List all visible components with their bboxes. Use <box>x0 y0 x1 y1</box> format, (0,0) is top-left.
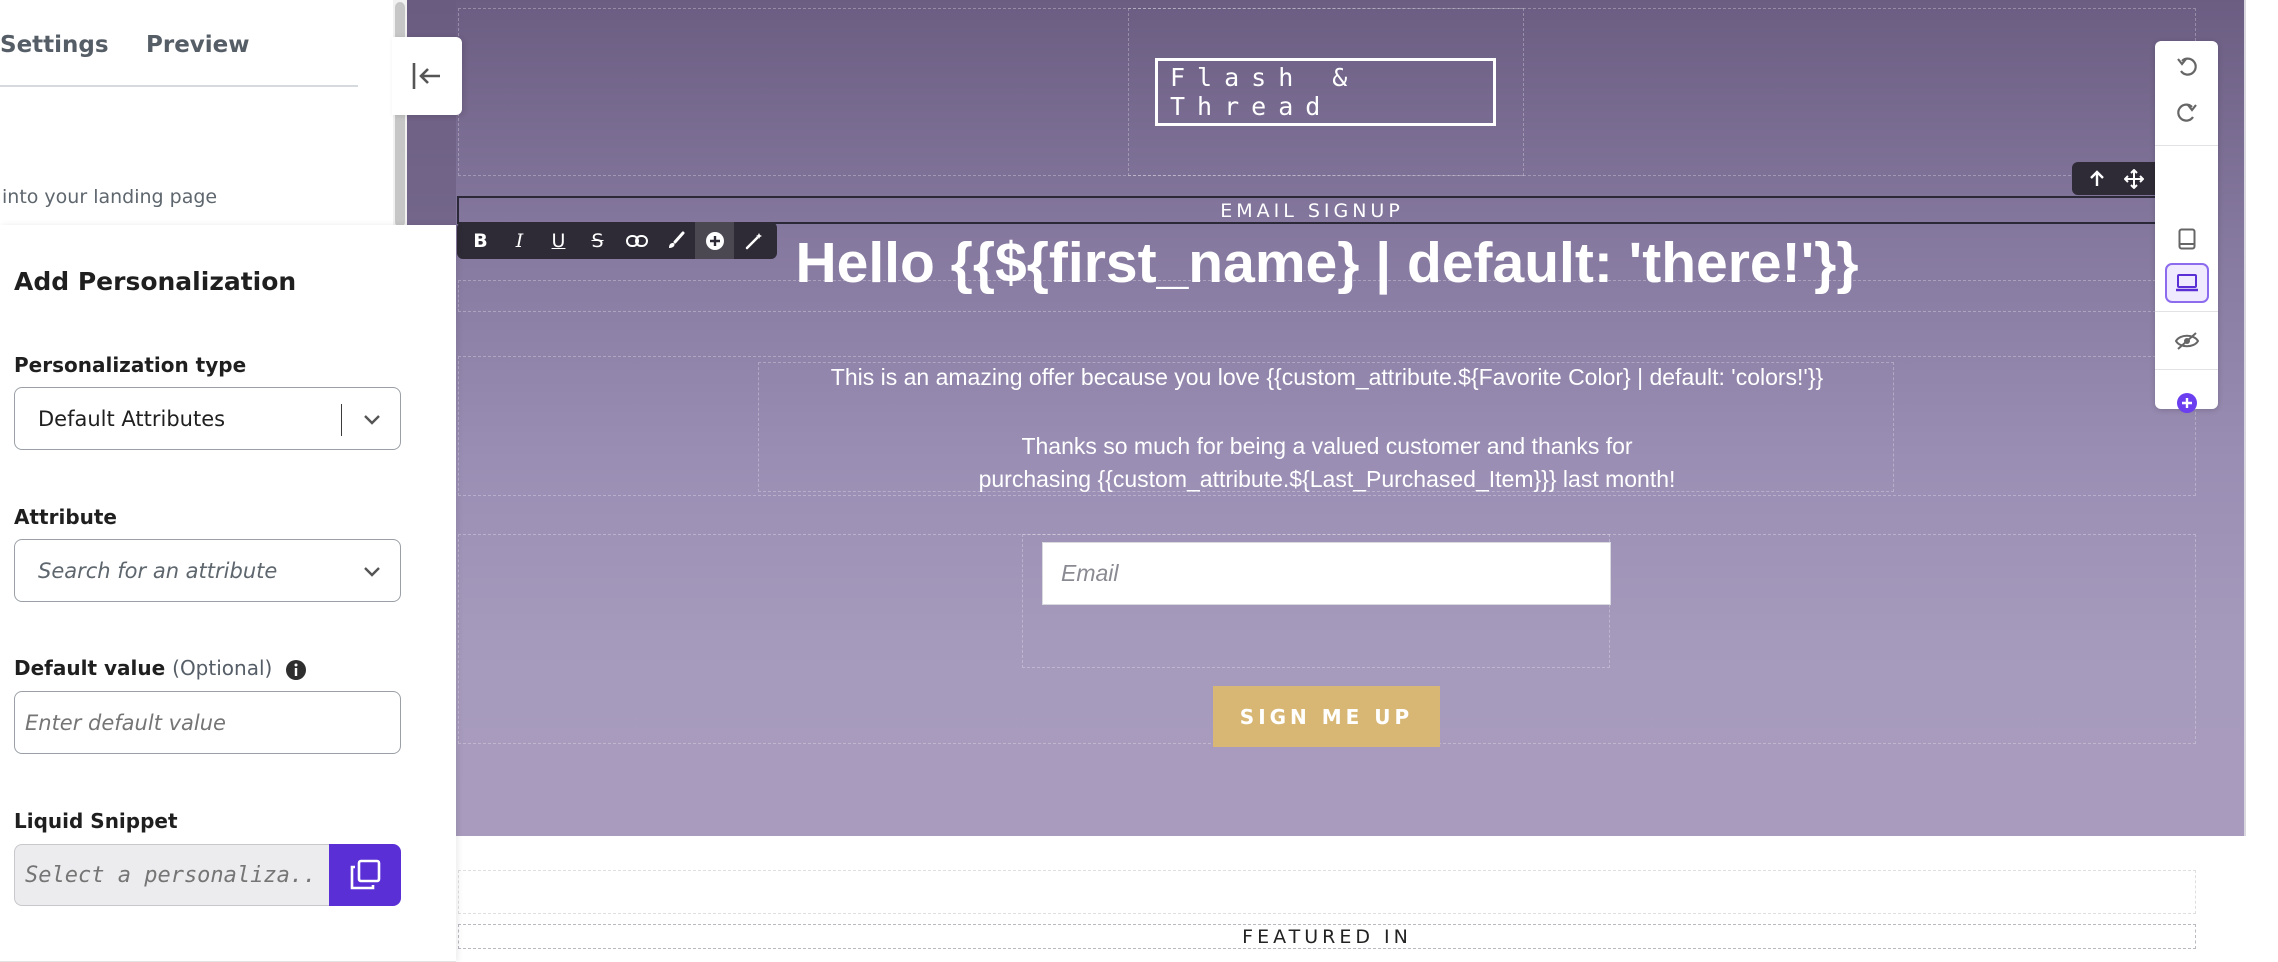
selected-text-block[interactable]: EMAIL SIGNUP <box>457 196 2167 224</box>
magic-wand-icon[interactable] <box>734 222 773 259</box>
liquid-snippet-label: Liquid Snippet <box>14 809 178 833</box>
default-value-input[interactable] <box>14 691 401 754</box>
drag-move-icon[interactable] <box>2117 162 2151 195</box>
copy-icon <box>350 859 381 890</box>
link-icon[interactable] <box>617 222 656 259</box>
email-input[interactable] <box>1042 542 1611 605</box>
attribute-select[interactable]: Search for an attribute <box>14 539 401 602</box>
chevron-down-icon <box>364 415 380 425</box>
thanks-line-2: purchasing {{custom_attribute.${Last_Pur… <box>978 466 1676 492</box>
bold-button[interactable]: B <box>461 222 500 259</box>
copy-button[interactable] <box>329 844 401 906</box>
attribute-label: Attribute <box>14 505 117 529</box>
default-value-label-text: Default value <box>14 656 166 680</box>
right-margin <box>2246 0 2278 962</box>
collapse-left-icon <box>412 63 440 89</box>
panel-title: Add Personalization <box>14 267 297 296</box>
redo-icon[interactable] <box>2155 91 2218 135</box>
collapse-panel-button[interactable] <box>392 37 462 115</box>
featured-in-row[interactable]: FEATURED IN <box>458 924 2196 949</box>
optional-tag: (Optional) <box>172 656 273 680</box>
strikethrough-button[interactable]: S <box>578 222 617 259</box>
select-divider <box>341 404 342 436</box>
info-icon[interactable] <box>285 659 307 681</box>
personalization-type-label: Personalization type <box>14 353 247 377</box>
add-personalization-panel: Add Personalization Personalization type… <box>0 225 456 962</box>
brand-logo[interactable]: Flash & Thread <box>1155 58 1496 126</box>
thanks-line-1: Thanks so much for being a valued custom… <box>1021 433 1633 459</box>
hide-icon[interactable] <box>2155 319 2218 363</box>
tab-preview[interactable]: Preview <box>146 32 250 58</box>
underline-button[interactable]: U <box>539 222 578 259</box>
attribute-placeholder: Search for an attribute <box>38 559 278 583</box>
tabs-divider <box>0 85 358 87</box>
tab-settings[interactable]: Settings <box>0 32 109 58</box>
sign-me-up-button[interactable]: SIGN ME UP <box>1213 686 1440 747</box>
brush-icon[interactable] <box>656 222 695 259</box>
intro-text: into your landing page <box>2 186 218 208</box>
settings-panel: Settings Preview into your landing page <box>0 0 393 225</box>
row-guide <box>458 870 2196 914</box>
offer-paragraph[interactable]: This is an amazing offer because you lov… <box>457 364 2197 391</box>
default-value-label: Default value (Optional) <box>14 656 307 681</box>
editor-tools-panel <box>2155 41 2218 413</box>
add-personalization-icon[interactable] <box>695 222 734 259</box>
featured-in-label: FEATURED IN <box>1242 926 1412 948</box>
email-signup-label: EMAIL SIGNUP <box>1220 200 1404 222</box>
mobile-view-icon[interactable] <box>2155 217 2218 261</box>
italic-button[interactable]: I <box>500 222 539 259</box>
brand-logo-text: Flash & Thread <box>1170 63 1360 121</box>
desktop-view-icon[interactable] <box>2155 261 2218 305</box>
undo-icon[interactable] <box>2155 45 2218 89</box>
text-format-toolbar: B I U S <box>457 222 777 259</box>
liquid-snippet-field[interactable] <box>14 844 329 906</box>
chevron-down-icon <box>364 567 380 577</box>
add-block-icon[interactable] <box>2155 381 2218 425</box>
move-up-icon[interactable] <box>2080 162 2114 195</box>
personalization-type-value: Default Attributes <box>38 407 226 431</box>
personalization-type-select[interactable]: Default Attributes <box>14 387 401 450</box>
thanks-paragraph[interactable]: Thanks so much for being a valued custom… <box>457 430 2197 496</box>
